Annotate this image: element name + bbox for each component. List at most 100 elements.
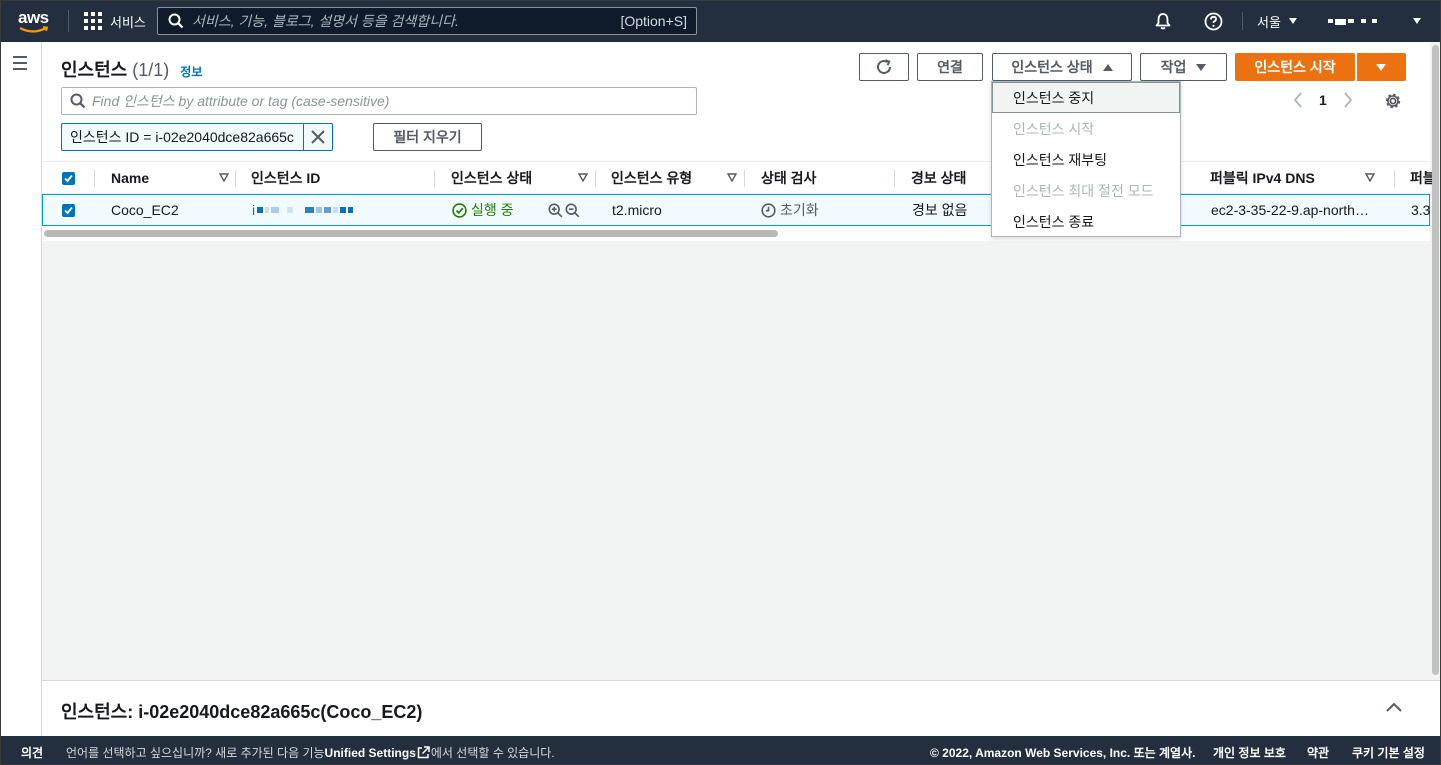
alarm-status: 경보 없음 bbox=[912, 202, 968, 218]
check-circle-icon bbox=[452, 202, 467, 218]
filter-search-box[interactable] bbox=[61, 87, 697, 115]
pagination: 1 bbox=[1293, 92, 1353, 108]
redacted-instance-id bbox=[257, 207, 355, 213]
feedback-link[interactable]: 의견 bbox=[21, 744, 43, 761]
vertical-scrollbar[interactable] bbox=[1430, 42, 1441, 677]
instance-type: t2.micro bbox=[612, 202, 662, 218]
global-search-input[interactable] bbox=[184, 13, 621, 29]
grid-icon bbox=[84, 12, 102, 30]
scrollbar-thumb[interactable] bbox=[1432, 45, 1439, 675]
column-header-instance-type[interactable]: 인스턴스 유형 bbox=[611, 162, 745, 194]
caret-down-icon[interactable] bbox=[1413, 0, 1421, 42]
nav-divider bbox=[68, 10, 69, 32]
filter-token-label: 인스턴스 ID = i-02e2040dce82a665c bbox=[70, 129, 294, 145]
external-link-icon bbox=[417, 746, 430, 759]
caret-down-icon bbox=[1288, 18, 1297, 24]
caret-up-icon bbox=[1102, 63, 1113, 71]
menu-item-terminate-instance[interactable]: 인스턴스 종료 bbox=[992, 206, 1180, 237]
instance-count: (1/1) bbox=[132, 60, 170, 80]
checkmark-icon bbox=[62, 203, 75, 217]
close-icon bbox=[311, 130, 325, 144]
zoom-controls bbox=[548, 195, 582, 225]
table-row[interactable]: Coco_EC2 i 실행 중 t2.micro 초기화 경보 없음 ec2-3… bbox=[42, 194, 1430, 226]
chevron-left-icon[interactable] bbox=[1293, 92, 1303, 108]
filter-token: 인스턴스 ID = i-02e2040dce82a665c bbox=[61, 123, 333, 151]
zoom-out-icon[interactable] bbox=[565, 202, 580, 218]
region-selector[interactable]: 서울 bbox=[1257, 0, 1297, 42]
sort-icon bbox=[727, 173, 737, 182]
checkmark-icon bbox=[62, 171, 75, 185]
caret-down-icon bbox=[1376, 63, 1386, 71]
instance-state: 실행 중 bbox=[452, 195, 542, 225]
menu-item-start-instance[interactable]: 인스턴스 시작 bbox=[992, 113, 1180, 144]
instance-details-panel: 인스턴스: i-02e2040dce82a665c(Coco_EC2) bbox=[42, 680, 1441, 736]
help-icon[interactable] bbox=[1204, 0, 1223, 42]
column-header-name[interactable]: Name bbox=[111, 162, 235, 194]
column-header-instance-state[interactable]: 인스턴스 상태 bbox=[451, 162, 596, 194]
settings-icon[interactable] bbox=[1384, 92, 1402, 113]
public-ip: 3.3 bbox=[1411, 202, 1431, 218]
details-title: 인스턴스: i-02e2040dce82a665c(Coco_EC2) bbox=[61, 702, 423, 722]
page-title: 인스턴스 (1/1) 정보 bbox=[61, 60, 203, 80]
instance-state-button[interactable]: 인스턴스 상태 bbox=[992, 53, 1132, 81]
side-navigation-rail bbox=[0, 42, 42, 736]
search-shortcut-hint: [Option+S] bbox=[620, 13, 687, 29]
instance-id-link[interactable]: i bbox=[252, 195, 432, 225]
unified-settings-link[interactable]: Unified Settings bbox=[325, 746, 416, 760]
table-header: Name 인스턴스 ID 인스턴스 상태 인스턴스 유형 상태 검사 경보 상태… bbox=[42, 161, 1436, 194]
services-menu-button[interactable]: 서비스 bbox=[84, 12, 146, 30]
refresh-icon bbox=[877, 59, 891, 74]
clear-filters-button[interactable]: 필터 지우기 bbox=[373, 123, 482, 151]
account-menu[interactable] bbox=[1328, 0, 1379, 42]
status-check: 초기화 bbox=[761, 195, 881, 225]
menu-item-hibernate-instance[interactable]: 인스턴스 최대 절전 모드 bbox=[992, 175, 1180, 206]
sort-icon bbox=[1365, 173, 1375, 182]
footer: 의견 언어를 선택하고 싶으십니까? 새로 추가된 다음 기능Unified S… bbox=[0, 736, 1441, 765]
hamburger-icon[interactable] bbox=[13, 56, 27, 74]
cookie-preferences-link[interactable]: 쿠키 기본 설정 bbox=[1352, 744, 1425, 761]
chevron-up-icon[interactable] bbox=[1386, 702, 1402, 712]
row-checkbox[interactable] bbox=[62, 195, 82, 225]
menu-item-stop-instance[interactable]: 인스턴스 중지 bbox=[992, 82, 1180, 113]
zoom-in-icon[interactable] bbox=[548, 202, 563, 218]
horizontal-scrollbar[interactable] bbox=[42, 228, 1430, 238]
column-header-public-ip[interactable]: 퍼블 bbox=[1410, 162, 1436, 194]
remove-filter-button[interactable] bbox=[303, 124, 332, 150]
search-icon bbox=[70, 93, 86, 109]
page-number[interactable]: 1 bbox=[1319, 92, 1327, 108]
scrollbar-thumb[interactable] bbox=[44, 230, 778, 237]
actions-button[interactable]: 작업 bbox=[1140, 53, 1227, 81]
select-all-checkbox[interactable] bbox=[62, 162, 82, 194]
column-header-instance-id[interactable]: 인스턴스 ID bbox=[251, 162, 434, 194]
caret-down-icon bbox=[1196, 63, 1207, 71]
public-dns: ec2-3-35-22-9.ap-north… bbox=[1211, 202, 1369, 218]
clock-icon bbox=[761, 202, 776, 218]
terms-link[interactable]: 약관 bbox=[1307, 744, 1329, 761]
search-icon bbox=[168, 13, 184, 29]
sort-icon bbox=[578, 173, 588, 182]
filter-search-input[interactable] bbox=[86, 93, 696, 109]
instance-name: Coco_EC2 bbox=[111, 202, 179, 218]
global-search-box[interactable]: [Option+S] bbox=[157, 7, 697, 35]
aws-smile-icon bbox=[19, 26, 49, 33]
launch-instances-button[interactable]: 인스턴스 시작 bbox=[1235, 53, 1355, 81]
launch-instances-dropdown-button[interactable] bbox=[1356, 53, 1406, 81]
copyright: © 2022, Amazon Web Services, Inc. 또는 계열사… bbox=[930, 746, 1196, 760]
info-link[interactable]: 정보 bbox=[180, 65, 202, 79]
refresh-button[interactable] bbox=[859, 53, 909, 81]
aws-logo[interactable]: aws bbox=[18, 8, 52, 34]
instances-panel: 인스턴스 (1/1) 정보 연결 인스턴스 상태 작업 인스턴스 시작 1 bbox=[42, 42, 1436, 241]
connect-button[interactable]: 연결 bbox=[917, 53, 983, 81]
column-header-public-dns[interactable]: 퍼블릭 IPv4 DNS bbox=[1210, 162, 1383, 194]
bell-icon[interactable] bbox=[1154, 0, 1172, 42]
chevron-right-icon[interactable] bbox=[1343, 92, 1353, 108]
sort-icon bbox=[219, 173, 229, 182]
instance-state-menu: 인스턴스 중지 인스턴스 시작 인스턴스 재부팅 인스턴스 최대 절전 모드 인… bbox=[991, 81, 1181, 237]
menu-item-reboot-instance[interactable]: 인스턴스 재부팅 bbox=[992, 144, 1180, 175]
privacy-link[interactable]: 개인 정보 보호 bbox=[1213, 744, 1286, 761]
top-navigation: aws 서비스 [Option+S] 서울 bbox=[0, 0, 1441, 42]
nav-divider bbox=[1242, 12, 1243, 30]
column-header-status-check[interactable]: 상태 검사 bbox=[761, 162, 891, 194]
main-content: 인스턴스 (1/1) 정보 연결 인스턴스 상태 작업 인스턴스 시작 1 bbox=[42, 42, 1441, 736]
language-notice: 언어를 선택하고 싶으십니까? 새로 추가된 다음 기능Unified Sett… bbox=[66, 746, 555, 760]
